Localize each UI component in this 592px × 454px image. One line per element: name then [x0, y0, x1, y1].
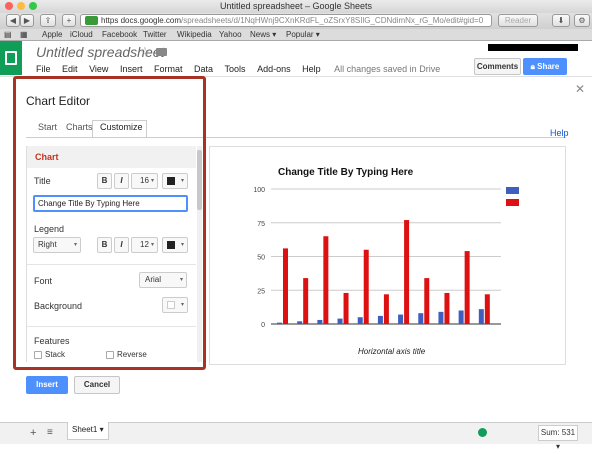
bookmark-news[interactable]: News ▾	[250, 29, 276, 41]
share-page-icon[interactable]: ⇪	[40, 14, 56, 27]
share-button[interactable]: 🔒︎ Share	[523, 58, 567, 75]
sheets-logo-icon[interactable]	[0, 41, 22, 75]
bookmark-apple[interactable]: Apple	[42, 29, 62, 41]
bar	[297, 321, 303, 324]
bar	[317, 319, 323, 324]
sum-summary[interactable]: Sum: 531 ▾	[538, 425, 578, 451]
forward-icon[interactable]: ▶	[20, 14, 34, 27]
bookmark-yahoo[interactable]: Yahoo	[219, 29, 242, 41]
sheet-list-icon[interactable]: ≡	[47, 427, 53, 438]
url-path: /spreadsheets/d/1NqHWnj9CXnKRdFL_oZSrxY8…	[181, 16, 484, 25]
back-icon[interactable]: ◀	[6, 14, 20, 27]
insert-button[interactable]: Insert	[26, 376, 68, 394]
legend-swatch	[506, 199, 519, 206]
chart-plot: 0 25 50 75 100	[253, 187, 519, 329]
window-title: Untitled spreadsheet – Google Sheets	[219, 1, 373, 11]
bar	[323, 236, 329, 324]
menu-addons[interactable]: Add-ons	[257, 64, 291, 74]
y-tick-label: 25	[257, 288, 265, 295]
bar	[277, 322, 282, 324]
save-status: All changes saved in Drive	[334, 64, 441, 74]
help-link[interactable]: Help	[550, 128, 569, 138]
bar	[283, 248, 288, 324]
bar	[303, 278, 309, 324]
bookmark-icloud[interactable]: iCloud	[70, 29, 93, 41]
bar	[418, 313, 424, 324]
settings-icon[interactable]: ⚙	[574, 14, 590, 27]
legend-swatch	[506, 187, 519, 194]
bookmark-facebook[interactable]: Facebook	[102, 29, 137, 41]
menu-bar: File Edit View Insert Format Data Tools …	[36, 64, 440, 74]
menu-help[interactable]: Help	[302, 64, 321, 74]
bookmarks-icon[interactable]: ▤	[4, 29, 12, 41]
download-icon[interactable]: ⬇	[552, 14, 570, 27]
window-titlebar: Untitled spreadsheet – Google Sheets	[0, 0, 592, 13]
reader-button[interactable]: Reader	[498, 14, 538, 27]
y-tick-label: 100	[253, 187, 265, 194]
top-sites-icon[interactable]: ▦	[20, 29, 28, 41]
sheet-tab[interactable]: Sheet1 ▾	[67, 422, 109, 440]
bar	[337, 318, 343, 324]
bar	[343, 292, 349, 324]
bookmarks-bar: ▤ ▦ Apple iCloud Facebook Twitter Wikipe…	[0, 29, 592, 41]
url-host: https docs.google.com	[101, 16, 182, 25]
close-window-icon[interactable]	[5, 2, 13, 10]
bookmark-wikipedia[interactable]: Wikipedia	[177, 29, 212, 41]
bar	[478, 309, 484, 324]
menu-edit[interactable]: Edit	[62, 64, 78, 74]
close-icon[interactable]: ✕	[575, 82, 585, 96]
bookmark-popular[interactable]: Popular ▾	[286, 29, 320, 41]
add-sheet-icon[interactable]: +	[30, 427, 36, 439]
bar	[484, 294, 490, 324]
menu-tools[interactable]: Tools	[225, 64, 246, 74]
bar	[464, 251, 470, 324]
menu-view[interactable]: View	[89, 64, 108, 74]
new-tab-icon[interactable]: +	[62, 14, 76, 27]
bar	[424, 278, 430, 324]
checkmark-icon	[478, 428, 487, 437]
menu-format[interactable]: Format	[154, 64, 183, 74]
lock-icon	[85, 16, 98, 25]
address-bar[interactable]: https docs.google.com/spreadsheets/d/1Nq…	[80, 14, 492, 27]
bar	[458, 310, 464, 324]
browser-toolbar: ◀ ▶ ⇪ + https docs.google.com/spreadshee…	[0, 13, 592, 29]
highlight-frame	[13, 76, 206, 370]
lock-icon: 🔒︎	[530, 62, 535, 71]
bar	[444, 292, 450, 324]
menu-insert[interactable]: Insert	[120, 64, 143, 74]
menu-file[interactable]: File	[36, 64, 51, 74]
y-tick-label: 0	[261, 322, 265, 329]
folder-icon[interactable]	[156, 48, 167, 56]
bar	[363, 249, 369, 324]
comments-button[interactable]: Comments	[474, 58, 521, 75]
cancel-button[interactable]: Cancel	[74, 376, 120, 394]
bar	[438, 311, 444, 324]
y-tick-label: 75	[257, 221, 265, 228]
share-label: Share	[537, 62, 560, 71]
x-axis-title: Horizontal axis title	[358, 347, 426, 356]
account-name-redacted	[488, 44, 578, 51]
bookmark-twitter[interactable]: Twitter	[143, 29, 167, 41]
bar	[383, 294, 389, 324]
star-icon[interactable]: ☆	[139, 44, 151, 60]
minimize-window-icon[interactable]	[17, 2, 25, 10]
bar	[404, 220, 410, 324]
bar	[377, 315, 383, 324]
bar	[357, 317, 363, 324]
zoom-window-icon[interactable]	[29, 2, 37, 10]
menu-data[interactable]: Data	[194, 64, 213, 74]
y-tick-label: 50	[257, 255, 265, 262]
bar	[398, 314, 404, 324]
